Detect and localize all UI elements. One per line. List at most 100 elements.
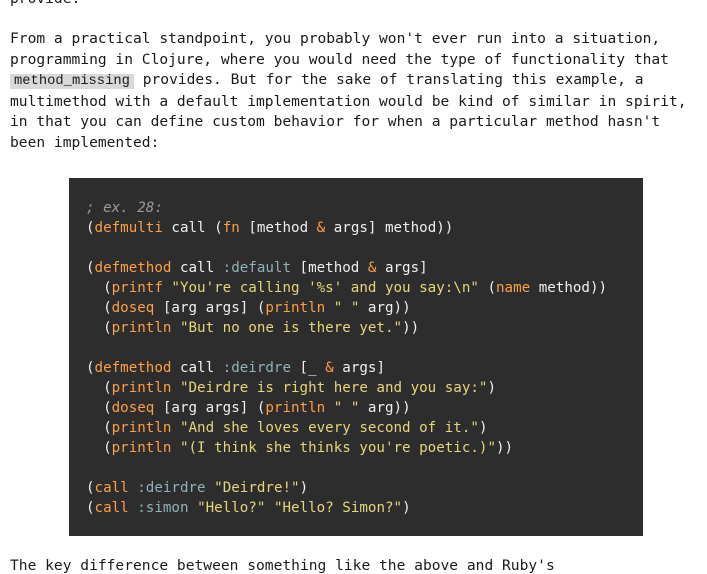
code-content: ; ex. 28: (defmulti call (fn [method & ar… (69, 198, 643, 518)
code-line: (defmulti call (fn [method & args] metho… (86, 218, 643, 238)
code-token-keyword: defmethod (94, 260, 172, 277)
code-token-amp: & (316, 220, 326, 237)
code-line: (call :simon "Hello?" "Hello? Simon?") (86, 498, 643, 518)
code-line: (doseq [arg args] (println " " arg)) (86, 298, 643, 318)
paragraph-text-before-code: From a practical standpoint, you probabl… (10, 30, 678, 68)
code-token-keyword: doseq (111, 300, 155, 317)
code-token-comment: ; ex. 28: (86, 200, 163, 217)
code-token-string: "Hello? Simon?" (273, 500, 403, 517)
code-token-string: "And she loves every second of it." (179, 420, 479, 437)
code-token-plain: arg)) (359, 300, 411, 317)
code-token-plain: [method (239, 220, 317, 237)
code-token-plain: ( (478, 280, 497, 297)
code-token-plain: ) (478, 420, 488, 437)
code-token-kw-literal: :default (222, 260, 292, 277)
code-line: (println "But no one is there yet.")) (86, 318, 643, 338)
code-token-kw-literal: :deirdre (137, 480, 206, 497)
code-token-plain: ( (86, 400, 112, 417)
code-line: (doseq [arg args] (println " " arg)) (86, 398, 643, 418)
code-token-kw-literal: :deirdre (222, 360, 292, 377)
code-token-plain: ( (86, 300, 112, 317)
code-token-plain: )) (496, 440, 514, 457)
code-token-plain: ) (402, 500, 411, 517)
paragraph-practical-standpoint: From a practical standpoint, you probabl… (10, 29, 700, 153)
code-token-kw-literal: :simon (137, 500, 189, 517)
code-line: (println "Deirdre is right here and you … (86, 378, 643, 398)
code-token-plain: [arg args] ( (154, 300, 266, 317)
code-token-keyword: fn (222, 220, 240, 237)
code-line: (printf "You're calling '%s' and you say… (86, 278, 643, 298)
code-token-keyword: doseq (111, 400, 155, 417)
code-token-string: "(I think she thinks you're poetic.)" (179, 440, 497, 457)
code-line: (defmethod call :deirdre [_ & args] (86, 358, 643, 378)
code-token-keyword: println (111, 440, 172, 457)
code-token-string: "Deirdre is right here and you say:" (179, 380, 488, 397)
code-token-keyword: defmethod (94, 360, 172, 377)
code-token-paren: ( (86, 500, 95, 517)
code-token-plain: )) (402, 320, 420, 337)
code-line: (println "And she loves every second of … (86, 418, 643, 438)
paragraph-key-difference: The key difference between something lik… (10, 557, 555, 574)
code-token-plain: args] method)) (325, 220, 454, 237)
code-token-string: " " (333, 300, 360, 317)
code-line: ; ex. 28: (86, 198, 643, 218)
code-token-plain: call (171, 260, 223, 277)
code-token-plain: ( (86, 280, 112, 297)
code-line: (call :deirdre "Deirdre!") (86, 478, 643, 498)
code-token-keyword: println (111, 380, 172, 397)
code-token-plain: call (171, 360, 223, 377)
code-token-plain: ( (86, 380, 112, 397)
code-token-plain: args] (376, 260, 428, 277)
code-token-keyword: println (111, 420, 172, 437)
code-token-keyword: defmulti (94, 220, 163, 237)
code-token-paren: ( (86, 480, 95, 497)
code-token-plain: [_ (291, 360, 326, 377)
code-token-keyword: call (94, 500, 129, 517)
code-block: ; ex. 28: (defmulti call (fn [method & ar… (69, 178, 643, 537)
code-token-string: "But no one is there yet." (179, 320, 403, 337)
code-token-plain: args] (333, 360, 385, 377)
code-token-keyword: call (94, 480, 129, 497)
code-token-paren: ( (86, 360, 95, 377)
code-line: (println "(I think she thinks you're poe… (86, 438, 643, 458)
code-token-plain: method)) (530, 280, 608, 297)
code-token-plain: ) (487, 380, 497, 397)
code-token-plain: arg)) (359, 400, 411, 417)
code-token-plain: ( (86, 320, 112, 337)
code-token-string: "Deirdre!" (214, 480, 300, 497)
code-token-plain: ) (299, 480, 309, 497)
code-token-string: "You're calling '%s' and you say:\n" (171, 280, 479, 297)
code-token-keyword: println (265, 300, 326, 317)
code-token-keyword: println (265, 400, 326, 417)
inline-code-method-missing: method_missing (10, 73, 134, 89)
code-token-paren: ( (86, 260, 95, 277)
code-token-plain: call ( (162, 220, 223, 237)
code-line: (defmethod call :default [method & args] (86, 258, 643, 278)
code-token-amp: & (325, 360, 334, 377)
code-token-plain: ( (86, 420, 112, 437)
code-token-plain: [arg args] ( (154, 400, 266, 417)
code-token-keyword: name (496, 280, 531, 297)
code-token-plain: ( (86, 440, 112, 457)
code-token-string: "Hello?" (197, 500, 266, 517)
code-token-plain: [method (291, 260, 368, 277)
code-token-keyword: println (111, 320, 172, 337)
code-token-paren: ( (86, 220, 95, 237)
code-token-keyword: printf (111, 280, 163, 297)
article-body: provide. From a practical standpoint, yo… (10, 0, 700, 574)
paragraph-top-tail: provide. (10, 0, 700, 9)
